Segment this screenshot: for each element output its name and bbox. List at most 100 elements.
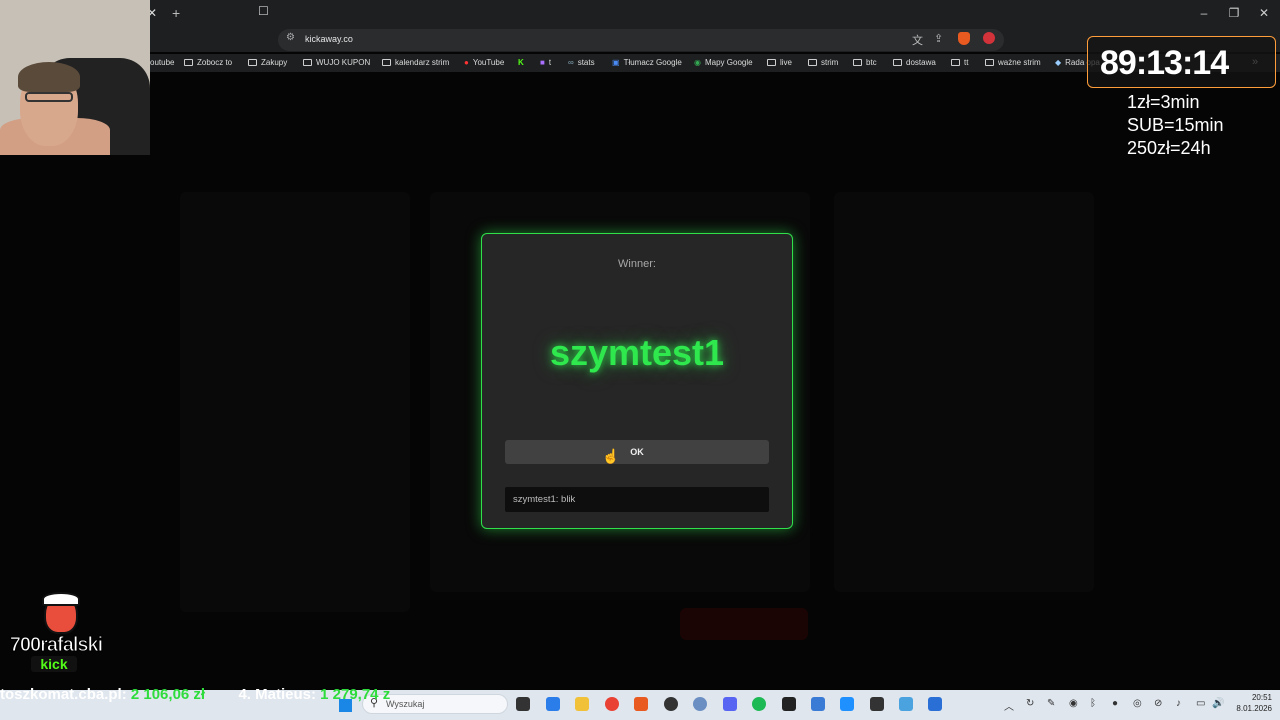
search-placeholder: Wyszukaj <box>386 699 425 709</box>
bookmark-item[interactable]: ■ t <box>540 58 551 67</box>
folder-icon <box>985 59 994 66</box>
bookmark-item[interactable]: ważne strim <box>985 58 1041 67</box>
folder-icon <box>893 59 902 66</box>
brave-icon[interactable] <box>634 697 648 711</box>
tray-pen-icon[interactable]: ✎ <box>1047 698 1055 709</box>
discord-icon[interactable] <box>723 697 737 711</box>
bookmark-item[interactable]: live <box>767 58 792 67</box>
clock-date: 8.01.2026 <box>1236 704 1272 713</box>
translate-icon[interactable]: 文 <box>912 32 923 48</box>
app-icon[interactable] <box>870 697 884 711</box>
maps-icon: ◉ <box>694 58 701 67</box>
tab-strip <box>0 0 1280 28</box>
folder-icon <box>808 59 817 66</box>
file-explorer-icon[interactable] <box>575 697 589 711</box>
screen: ✕ + – ❐ ✕ ☐ ⚙ kickaway.co 文 ⇪ outube Zob… <box>0 0 1280 720</box>
ticker-rank: 4. Matieus: <box>238 686 316 703</box>
bookmark-item[interactable]: ∞ stats <box>568 58 595 67</box>
address-bar[interactable] <box>278 29 1004 51</box>
rate-line: 250zł=24h <box>1127 138 1211 158</box>
ticker-amount: 2 106,06 zł <box>130 686 206 703</box>
folder-icon <box>767 59 776 66</box>
volume-icon[interactable]: 🔊 <box>1212 698 1224 709</box>
app-icon[interactable] <box>840 697 854 711</box>
app-icon[interactable] <box>693 697 707 711</box>
rate-line: SUB=15min <box>1127 115 1224 135</box>
app-icon[interactable] <box>782 697 796 711</box>
notepad-icon[interactable] <box>899 697 913 711</box>
bluetooth-icon[interactable]: ᛒ <box>1090 698 1096 709</box>
minimize-icon[interactable]: – <box>1196 6 1212 20</box>
rewards-icon[interactable] <box>983 32 995 44</box>
microphone-icon[interactable]: ♪ <box>1176 698 1181 709</box>
drop-icon: ◆ <box>1055 58 1062 67</box>
url-text[interactable]: kickaway.co <box>305 34 353 44</box>
logo-kick: kick <box>31 656 77 672</box>
rate-line: 1zł=3min <box>1127 92 1200 112</box>
bookmark-item[interactable]: K <box>518 58 524 67</box>
bookmark-item[interactable]: ▣ Tłumacz Google <box>612 58 682 67</box>
close-window-icon[interactable]: ✕ <box>1256 6 1272 20</box>
webcam-hair <box>18 62 80 92</box>
tray-chevron-icon[interactable]: ︿ <box>1004 698 1014 713</box>
share-icon[interactable]: ⇪ <box>934 32 943 45</box>
bookmark-item[interactable]: WUJO KUPON <box>303 58 370 67</box>
kick-icon: K <box>518 58 524 67</box>
winner-modal: Winner: szymtest1 OK ☝ szymtest1: blik <box>481 233 793 529</box>
folder-icon <box>951 59 960 66</box>
stats-icon: ∞ <box>568 58 574 67</box>
bookmark-item[interactable]: btc <box>853 58 877 67</box>
bookmark-item[interactable]: Zobocz to <box>184 58 232 67</box>
steam-icon[interactable]: ◎ <box>1133 698 1142 709</box>
webcam-glasses <box>25 92 73 102</box>
translate-bookmark-icon: ▣ <box>612 58 620 67</box>
folder-icon <box>853 59 862 66</box>
folder-icon <box>184 59 193 66</box>
calculator-icon[interactable] <box>811 697 825 711</box>
folder-icon <box>248 59 257 66</box>
app-icon[interactable] <box>546 697 560 711</box>
bookmark-icon[interactable]: ☐ <box>258 4 269 18</box>
folder-icon <box>303 59 312 66</box>
donation-ticker: toszkomat.cba.pl: 2 106,06 zł 4. Matieus… <box>0 686 390 706</box>
logo-text: 700rafalski <box>9 634 103 657</box>
spotify-icon[interactable] <box>752 697 766 711</box>
subathon-timer: 89:13:14 <box>1100 44 1229 82</box>
ticker-site: toszkomat.cba.pl: <box>0 686 127 703</box>
brave-shields-icon[interactable] <box>958 32 970 45</box>
obs-icon[interactable] <box>664 697 678 711</box>
site-info-icon[interactable]: ⚙ <box>286 32 295 43</box>
network-icon[interactable]: ▭ <box>1196 698 1205 709</box>
bookmark-item[interactable]: kalendarz strim <box>382 58 449 67</box>
streamer-logo: 700rafalski kick <box>4 592 108 674</box>
ticker-amount: 1 279,74 z <box>320 686 391 703</box>
app-icon[interactable] <box>928 697 942 711</box>
taskbar-clock[interactable]: 20:51 8.01.2026 <box>1230 692 1272 714</box>
ok-button[interactable]: OK <box>505 440 769 464</box>
bookmark-item[interactable]: tt <box>951 58 968 67</box>
clock-time: 20:51 <box>1251 693 1272 702</box>
bookmark-item[interactable]: outube <box>150 58 174 67</box>
webcam-overlay <box>0 0 150 155</box>
bookmark-item[interactable]: Zakupy <box>248 58 287 67</box>
bookmark-item[interactable]: ● YouTube <box>464 58 504 67</box>
youtube-icon: ● <box>464 58 469 67</box>
bookmark-item[interactable]: strim <box>808 58 838 67</box>
folder-icon <box>382 59 391 66</box>
new-tab-icon[interactable]: + <box>172 5 180 21</box>
tray-app-icon[interactable]: ⊘ <box>1154 698 1162 709</box>
winner-label: Winner: <box>618 258 656 270</box>
winner-name: szymtest1 <box>549 332 725 373</box>
task-view-icon[interactable] <box>516 697 530 711</box>
bookmark-item[interactable]: ◉ Mapy Google <box>694 58 753 67</box>
chrome-icon[interactable] <box>605 697 619 711</box>
winner-message: szymtest1: blik <box>505 487 769 512</box>
logo-cap <box>42 592 80 606</box>
maximize-icon[interactable]: ❐ <box>1226 6 1242 20</box>
tray-sync-icon[interactable]: ↻ <box>1026 698 1034 709</box>
tray-app-icon[interactable]: ● <box>1112 698 1118 709</box>
twitch-icon: ■ <box>540 58 545 67</box>
hand-cursor-icon: ☝ <box>602 448 620 464</box>
tray-app-icon[interactable]: ◉ <box>1069 698 1078 709</box>
bookmark-item[interactable]: dostawa <box>893 58 936 67</box>
